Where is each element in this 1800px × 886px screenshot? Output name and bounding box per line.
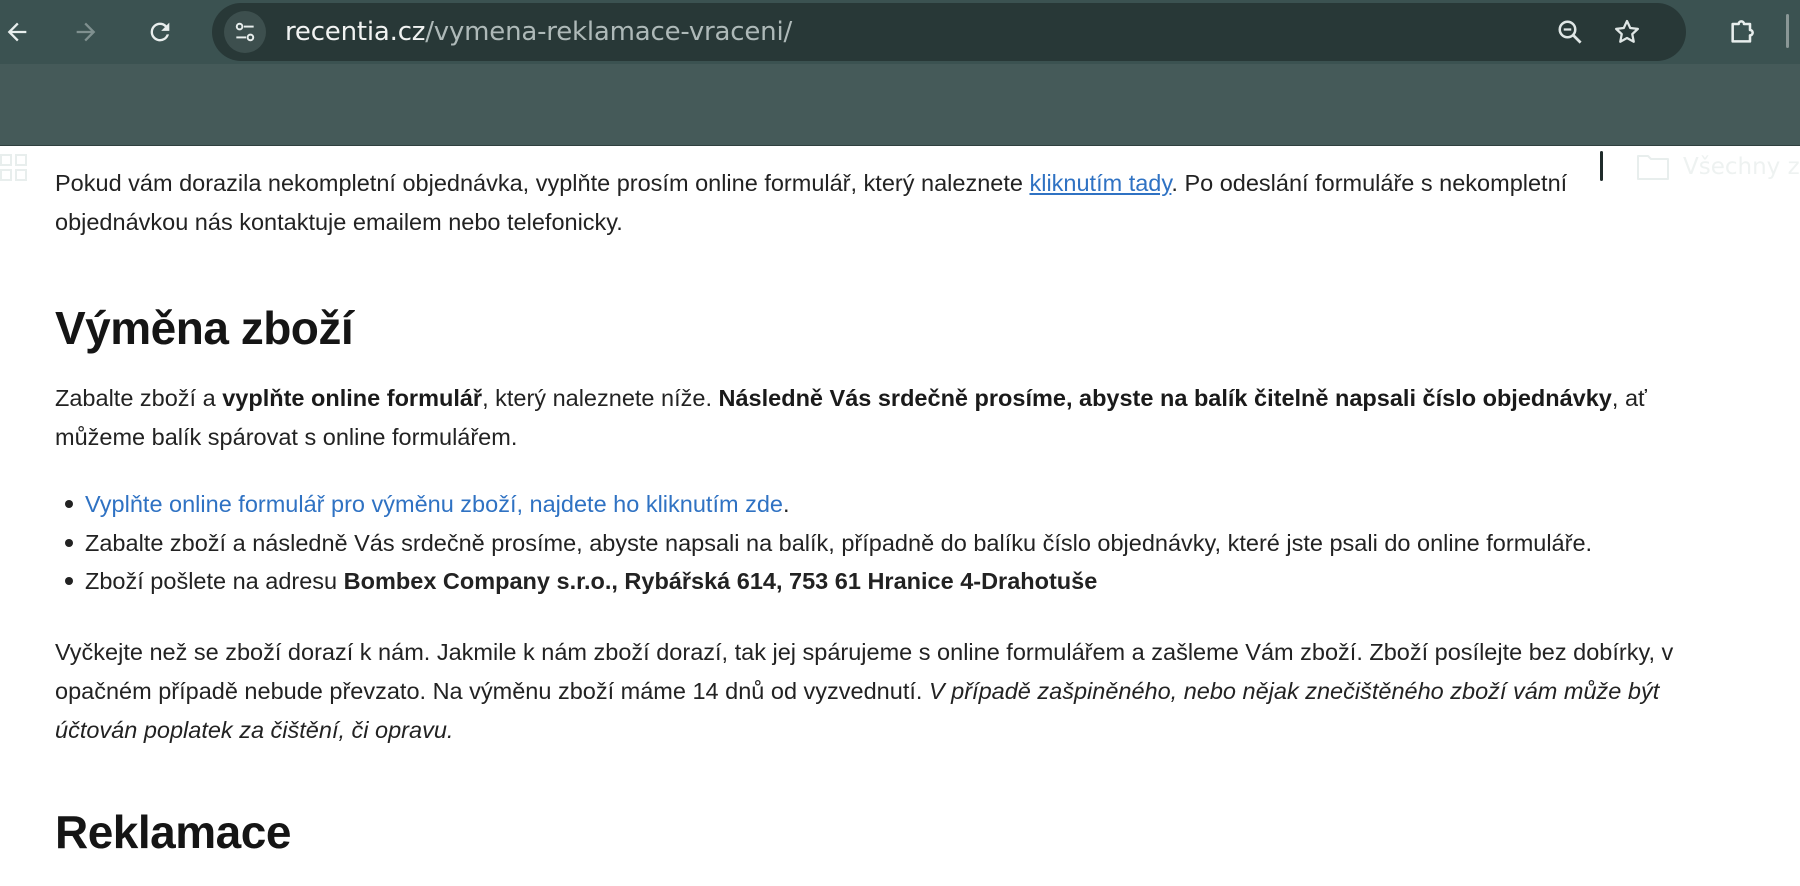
exchange-text-2: , který naleznete níže. [482, 385, 719, 411]
complaints-heading: Reklamace [55, 806, 291, 858]
forward-button[interactable] [63, 9, 109, 55]
bookmarks-bar: Všechny za [0, 64, 1800, 181]
exchange-form-link[interactable]: Vyplňte online formulář pro výměnu zboží… [85, 491, 783, 517]
wait-italic-2: účtován poplatek za čištění, či opravu. [55, 717, 454, 743]
star-icon [1615, 19, 1639, 43]
exchange-bold-form: vyplňte online formulář [222, 385, 483, 411]
reload-icon [150, 22, 170, 42]
apps-icon[interactable] [0, 154, 28, 182]
wait-italic: V případě zašpiněného, nebo nějak znečiš… [928, 678, 1660, 704]
address-text: Zboží pošlete na adresu [85, 568, 344, 594]
reload-button[interactable] [137, 9, 183, 55]
forward-icon [76, 22, 96, 42]
back-button[interactable] [0, 9, 40, 55]
exchange-wait-line3: účtován poplatek za čištění, či opravu. [55, 711, 453, 750]
list-item-pack: Zabalte zboží a následně Vás srdečně pro… [85, 530, 1593, 556]
bookmark-folder-all[interactable]: Všechny za [1683, 152, 1800, 182]
list-bullet [65, 500, 73, 508]
exchange-heading: Výměna zboží [55, 302, 354, 354]
list-bullet [65, 577, 73, 585]
list-item-address: Zboží pošlete na adresu Bombex Company s… [85, 562, 1097, 601]
intro-paragraph-line2: objednávkou nás kontaktuje emailem nebo … [55, 209, 623, 235]
toolbar-divider [1786, 14, 1789, 48]
zoom-icon [1558, 20, 1582, 44]
list-bullet [65, 539, 73, 547]
intro-link[interactable]: kliknutím tady [1029, 170, 1171, 196]
address-bold: Bombex Company s.r.o., Rybářská 614, 753… [343, 568, 1098, 594]
bookmarks-divider [1600, 151, 1603, 181]
exchange-wait-paragraph: Vyčkejte než se zboží dorazí k nám. Jakm… [55, 639, 1674, 665]
intro-text-after: . Po odeslání formuláře s nekompletní [1171, 170, 1568, 196]
extensions-button[interactable] [1720, 10, 1764, 54]
intro-paragraph: Pokud vám dorazila nekompletní objednávk… [55, 164, 1567, 203]
exchange-text: Zabalte zboží a [55, 385, 223, 411]
exchange-paragraph: Zabalte zboží a vyplňte online formulář,… [55, 379, 1647, 418]
exchange-bold-request: Následně Vás srdečně prosíme, abyste na … [718, 385, 1612, 411]
site-info-button[interactable] [224, 11, 266, 53]
exchange-wait-line2: opačném případě nebude převzato. Na výmě… [55, 672, 1659, 711]
url-path: /vymena-reklamace-vraceni/ [425, 17, 793, 47]
zoom-button[interactable] [1552, 14, 1588, 50]
url-host: recentia.cz [285, 17, 426, 47]
browser-toolbar: recentia.cz/vymena-reklamace-vraceni/ [0, 0, 1800, 64]
site-info-icon [235, 22, 255, 42]
extensions-icon [1731, 20, 1754, 43]
folder-icon[interactable] [1636, 152, 1670, 182]
exchange-paragraph-line2: můžeme balík spárovat s online formuláře… [55, 424, 518, 450]
wait-text: opačném případě nebude převzato. Na výmě… [55, 678, 929, 704]
list-item-form-link: Vyplňte online formulář pro výměnu zboží… [85, 485, 790, 524]
url-text[interactable]: recentia.cz/vymena-reklamace-vraceni/ [285, 15, 792, 49]
list-item-end: . [782, 491, 790, 517]
intro-text: Pokud vám dorazila nekompletní objednávk… [55, 170, 1030, 196]
exchange-text-3: , ať [1611, 385, 1647, 411]
back-icon [7, 22, 27, 42]
address-bar[interactable]: recentia.cz/vymena-reklamace-vraceni/ [212, 3, 1686, 61]
bookmark-star-button[interactable] [1609, 14, 1645, 50]
